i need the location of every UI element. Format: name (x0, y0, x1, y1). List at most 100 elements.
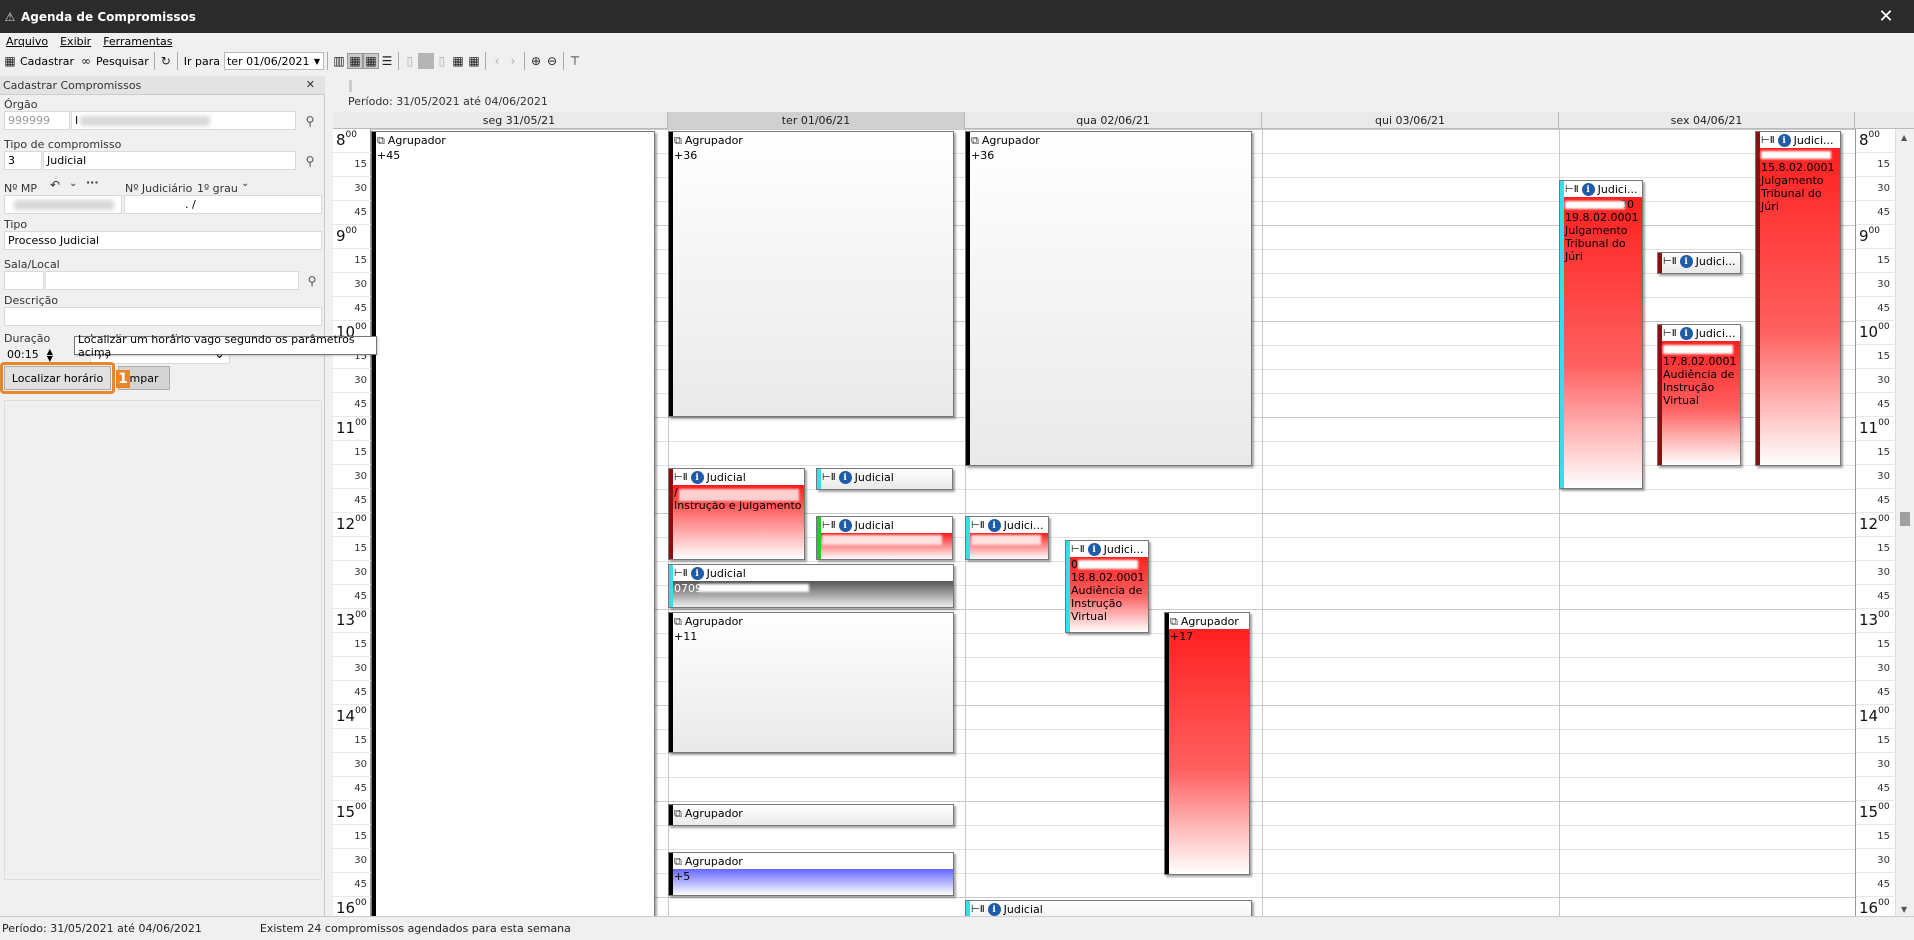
undo-icon[interactable]: ↶ (50, 178, 60, 192)
minute-label: 30 (354, 663, 367, 674)
day-view-icon[interactable]: ▥ (331, 53, 347, 69)
hour-label: 1300 (1859, 610, 1890, 629)
minute-label: 30 (1877, 279, 1890, 290)
time-slot: 30 (333, 657, 371, 681)
calendar-block-icon[interactable] (417, 53, 434, 69)
event-judicial-fri-4[interactable]: ⊢Ⅱ i Judici... 15.8.02.0001 Julgamento Tri… (1755, 131, 1841, 466)
time-slot: 30 (333, 177, 371, 201)
event-judicial-wed-2[interactable]: ⊢Ⅱ i Judici... 0 18.8.02.0001 Audiência de… (1065, 540, 1149, 633)
minute-label: 15 (354, 447, 367, 458)
event-judicial-fri-2[interactable]: ⊢Ⅱ i Judici... (1657, 252, 1741, 274)
day-header-mon[interactable]: seg 31/05/21 (371, 112, 668, 129)
menu-ferramentas[interactable]: Ferramentas (103, 35, 172, 48)
day-header-fri[interactable]: sex 04/06/21 (1559, 112, 1855, 129)
gavel-icon: ⊢Ⅱ (822, 472, 836, 483)
minute-label: 15 (1877, 639, 1890, 650)
hour-label: 1400 (1859, 706, 1890, 725)
event-title: Judici... (1003, 519, 1044, 532)
hour-label: 1200 (1859, 514, 1890, 533)
chevron-down-icon[interactable]: ⌄ (241, 178, 249, 189)
vertical-scrollbar[interactable]: ▲ ▼ (1895, 129, 1914, 918)
more-icon[interactable]: ··· (86, 176, 99, 189)
event-judicial-wed-1[interactable]: ⊢Ⅱ i Judici... (965, 516, 1049, 560)
minute-label: 30 (1877, 375, 1890, 386)
goto-date-field[interactable]: ter 01/06/2021 ▼ (223, 52, 324, 70)
chevron-down-icon[interactable]: ▼ (312, 54, 322, 68)
close-button[interactable]: ✕ (1858, 0, 1914, 33)
time-slot: 15 (1856, 441, 1894, 465)
event-judicial-tue-3[interactable]: ⊢Ⅱ i Judicial (816, 516, 953, 560)
filter-icon[interactable]: ⊤ (567, 53, 583, 69)
calendar-1-icon[interactable]: ▯ (402, 53, 418, 69)
list-view-icon[interactable]: ☰ (379, 53, 395, 69)
day-header-tue[interactable]: ter 01/06/21 (668, 112, 965, 129)
menu-arquivo[interactable]: Arquivo (6, 35, 48, 48)
search-icon[interactable]: ⚲ (302, 113, 318, 129)
time-slot: 45 (1856, 681, 1894, 705)
event-judicial-tue-4[interactable]: ⊢Ⅱ i Judicial 0709 (668, 564, 954, 608)
orgao-code-field[interactable]: 999999 (4, 111, 70, 130)
gavel-icon: ⊢Ⅱ (971, 520, 985, 531)
search-icon[interactable]: ⚲ (304, 273, 320, 289)
week-view-icon[interactable]: ▦ (362, 53, 379, 69)
minute-label: 30 (1877, 855, 1890, 866)
tipo-label: Tipo (4, 218, 28, 231)
arrow-right-icon[interactable]: › (505, 53, 521, 69)
event-agrupador-tue-1[interactable]: ⧉ Agrupador +36 (668, 131, 954, 417)
event-agrupador-wed-2[interactable]: ⧉ Agrupador +17 (1164, 612, 1250, 875)
tipo-compromisso-code[interactable]: 3 (4, 151, 42, 170)
time-slot: 45 (333, 873, 371, 897)
minute-label: 30 (1877, 759, 1890, 770)
time-slot: 15 (1856, 537, 1894, 561)
scroll-up-icon[interactable]: ▲ (1901, 133, 1907, 142)
scroll-down-icon[interactable]: ▼ (1901, 905, 1907, 914)
event-judicial-tue-1[interactable]: ⊢Ⅱ i Judicial / Instrução e Julgamento (668, 468, 805, 560)
event-count: +45 (377, 149, 401, 162)
time-slot: 45 (333, 681, 371, 705)
period-label: Período: 31/05/2021 até 04/06/2021 (348, 95, 548, 108)
minute-label: 45 (1877, 207, 1890, 218)
pesquisar-button[interactable]: ∞ Pesquisar (76, 51, 151, 71)
refresh-icon[interactable]: ↻ (158, 53, 174, 69)
event-agrupador-tue-4[interactable]: ⧉ Agrupador +5 (668, 852, 954, 896)
search-icon[interactable]: ⚲ (302, 153, 318, 169)
day-header-thu[interactable]: qui 03/06/21 (1262, 112, 1559, 129)
event-title: Agrupador (684, 134, 743, 147)
results-area (4, 400, 322, 880)
event-agrupador-tue-3[interactable]: ⧉ Agrupador (668, 804, 954, 826)
zoom-out-icon[interactable]: ⊖ (544, 53, 560, 69)
calendar-30-icon[interactable]: ▦ (450, 53, 466, 69)
spinner-icon[interactable]: ▲ ▼ (47, 347, 53, 362)
event-agrupador-tue-2[interactable]: ⧉ Agrupador +11 (668, 612, 954, 753)
chevron-down-icon[interactable]: ⌄ (69, 178, 77, 189)
arrow-left-icon[interactable]: ‹ (489, 53, 505, 69)
sala-code-field[interactable] (4, 271, 44, 290)
menu-exibir[interactable]: Exibir (60, 35, 91, 48)
close-icon[interactable]: ✕ (306, 78, 315, 91)
event-judicial-fri-1[interactable]: ⊢Ⅱ i Judici... 20 19.8.02.0001 Julgamento T… (1559, 180, 1643, 489)
calendar-7-icon[interactable]: ▯ (434, 53, 450, 69)
calendar-month-icon[interactable]: ▦ (466, 53, 482, 69)
event-agrupador-wed-1[interactable]: ⧉ Agrupador +36 (965, 131, 1252, 466)
event-judicial-fri-3[interactable]: ⊢Ⅱ i Judici... 17.8.02.0001 Audiência de I… (1657, 324, 1741, 466)
scroll-thumb[interactable] (1900, 512, 1910, 526)
njud-field[interactable]: . / (124, 195, 322, 214)
tipo-compromisso-name[interactable]: Judicial (43, 151, 296, 170)
hour-label: 1400 (336, 706, 367, 725)
minute-label: 15 (1877, 159, 1890, 170)
time-slot: 45 (1856, 297, 1894, 321)
day-header-wed[interactable]: qua 02/06/21 (965, 112, 1262, 129)
event-judicial-tue-2[interactable]: ⊢Ⅱ i Judicial (816, 468, 953, 490)
status-bar: Período: 31/05/2021 até 04/06/2021 Exist… (0, 916, 1914, 940)
minute-label: 45 (354, 687, 367, 698)
tipo-field[interactable]: Processo Judicial (4, 231, 322, 250)
time-slot: 30 (333, 465, 371, 489)
descricao-field[interactable] (4, 307, 322, 326)
zoom-in-icon[interactable]: ⊕ (528, 53, 544, 69)
gavel-icon: ⊢Ⅱ (971, 904, 985, 915)
workweek-view-icon[interactable]: ▦ (346, 53, 363, 69)
minute-label: 15 (354, 159, 367, 170)
cadastrar-button[interactable]: ▦ Cadastrar (0, 51, 76, 71)
sala-name-field[interactable] (45, 271, 299, 290)
event-agrupador-mon[interactable]: ⧉ Agrupador +45 (371, 131, 655, 918)
